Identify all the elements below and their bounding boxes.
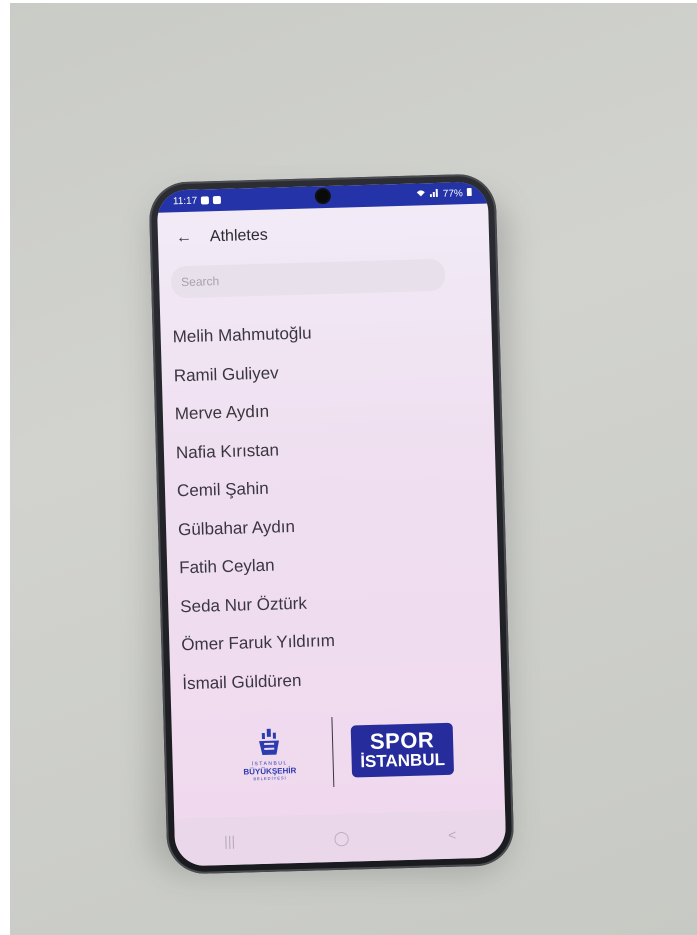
search-input[interactable] (170, 258, 446, 299)
app-bar: ← Athletes (157, 211, 489, 256)
status-time: 11:17 (172, 195, 198, 207)
spor-istanbul-logo: SPOR İSTANBUL (350, 722, 455, 778)
ibb-emblem-icon (256, 726, 283, 757)
spor-logo-line2: İSTANBUL (360, 749, 446, 772)
front-camera (316, 189, 329, 203)
notification-icon (201, 196, 210, 205)
app-notification-icon (213, 195, 222, 205)
back-nav-icon[interactable]: < (448, 827, 457, 843)
recent-apps-icon[interactable]: ||| (224, 833, 235, 849)
photo-border-left (0, 0, 10, 935)
ibb-sub-text: BELEDİYESİ (253, 775, 287, 782)
page-title: Athletes (209, 226, 268, 246)
ibb-logo: İSTANBUL BÜYÜKŞEHİR BELEDİYESİ (224, 726, 315, 782)
arrow-left-icon[interactable]: ← (176, 229, 192, 247)
athlete-list: Melih Mahmutoğlu Ramil Guliyev Merve Ayd… (172, 310, 483, 703)
logo-divider (331, 717, 335, 788)
photo-border-top (0, 0, 697, 3)
system-nav-bar: ||| ◯ < (174, 809, 507, 867)
phone-screen: 11:17 77% ← Athletes Search Melih Mahmut… (156, 181, 507, 867)
battery-percent: 77% (442, 187, 463, 200)
sponsor-logos: İSTANBUL BÜYÜKŞEHİR BELEDİYESİ SPOR İSTA… (223, 711, 457, 793)
battery-icon (466, 187, 472, 199)
phone-device: 11:17 77% ← Athletes Search Melih Mahmut… (148, 173, 515, 875)
athlete-list-item[interactable]: İsmail Güldüren (182, 656, 483, 703)
wifi-icon (416, 189, 426, 200)
signal-icon (429, 188, 439, 199)
home-icon[interactable]: ◯ (334, 829, 350, 846)
